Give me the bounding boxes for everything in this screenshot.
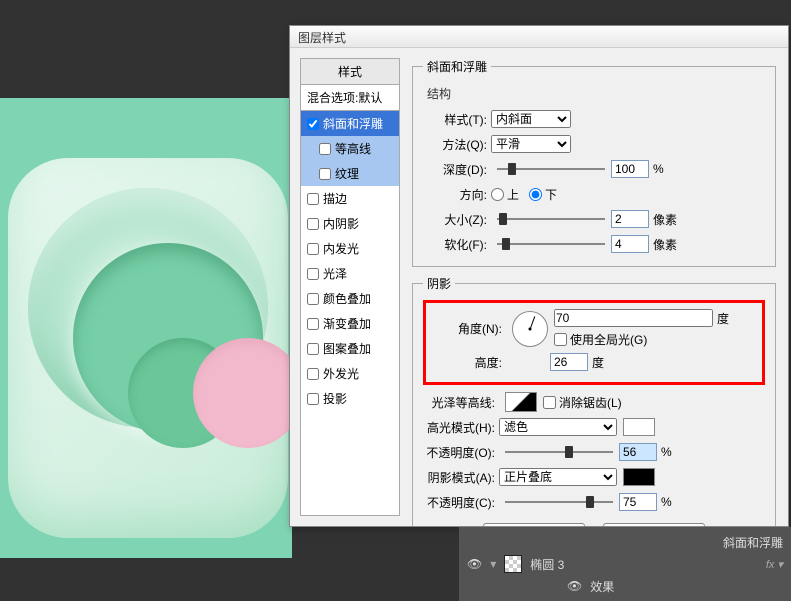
sh-mode-label: 阴影模式(A): [423,469,499,486]
size-unit: 像素 [653,211,681,228]
style-list-header: 样式 [301,59,399,85]
depth-slider[interactable] [497,161,605,177]
style-pattern-overlay[interactable]: 图案叠加 [301,336,399,361]
hl-opacity-input[interactable] [619,443,657,461]
size-input[interactable] [611,210,649,228]
style-list: 样式 混合选项:默认 斜面和浮雕 等高线 纹理 描边 内阴影 内发光 光泽 颜色… [300,58,400,516]
contour-checkbox[interactable] [319,143,331,155]
shading-legend: 阴影 [423,275,455,292]
dir-up-radio[interactable]: 上 [491,186,519,203]
inner-ring [73,243,263,433]
style-bevel[interactable]: 斜面和浮雕 [301,111,399,136]
inner-shadow-checkbox[interactable] [307,218,319,230]
hl-opacity-unit: % [661,445,689,459]
fx-label[interactable]: 效果 [590,578,614,595]
outer-glow-checkbox[interactable] [307,368,319,380]
drop-shadow-checkbox[interactable] [307,393,319,405]
sh-color-swatch[interactable] [623,468,655,486]
settings-panel: 斜面和浮雕 结构 样式(T): 内斜面 方法(Q): 平滑 深度(D): % [400,48,788,526]
expand-icon[interactable]: ▾ [490,557,496,571]
sh-opacity-label: 不透明度(C): [423,494,499,511]
layers-panel: 斜面和浮雕 👁 ▾ 椭圆 3 fx ▾ 👁 效果 [459,527,791,601]
hl-mode-label: 高光模式(H): [423,419,499,436]
style-color-overlay[interactable]: 颜色叠加 [301,286,399,311]
satin-checkbox[interactable] [307,268,319,280]
depth-label: 深度(D): [423,161,491,178]
canvas-area [0,98,292,558]
soften-slider[interactable] [497,236,605,252]
fx-visibility-icon[interactable]: 👁 [567,579,582,593]
sh-mode-select[interactable]: 正片叠底 [499,468,617,486]
stroke-checkbox[interactable] [307,193,319,205]
pattern-overlay-checkbox[interactable] [307,343,319,355]
method-select[interactable]: 平滑 [491,135,571,153]
size-slider[interactable] [497,211,605,227]
soften-unit: 像素 [653,236,681,253]
icon-preview [8,158,288,538]
antialias-checkbox[interactable]: 消除锯齿(L) [543,394,622,411]
hl-mode-select[interactable]: 滤色 [499,418,617,436]
set-default-button[interactable]: 设置为默认值 [483,523,585,526]
hl-opacity-slider[interactable] [505,444,613,460]
style-drop-shadow[interactable]: 投影 [301,386,399,411]
dir-down-radio[interactable]: 下 [529,186,557,203]
bevel-checkbox[interactable] [307,118,319,130]
layer-bevel-label: 斜面和浮雕 [723,534,783,551]
gloss-label: 光泽等高线: [423,394,499,411]
dialog-title: 图层样式 [298,31,346,45]
method-label: 方法(Q): [423,136,491,153]
global-light-checkbox[interactable]: 使用全局光(G) [554,331,729,348]
altitude-unit: 度 [592,354,620,371]
layer-name[interactable]: 椭圆 3 [530,556,564,573]
outer-ring [28,188,268,428]
texture-checkbox[interactable] [319,168,331,180]
style-contour[interactable]: 等高线 [301,136,399,161]
altitude-label: 高度: [434,354,506,371]
gloss-contour-picker[interactable] [505,392,537,412]
depth-unit: % [653,162,681,176]
layer-thumbnail[interactable] [504,555,522,573]
sh-opacity-input[interactable] [619,493,657,511]
style-select[interactable]: 内斜面 [491,110,571,128]
color-overlay-checkbox[interactable] [307,293,319,305]
size-label: 大小(Z): [423,211,491,228]
shading-fieldset: 阴影 角度(N): 度 使用全局光(G) [412,275,776,526]
soften-label: 软化(F): [423,236,491,253]
hl-opacity-label: 不透明度(O): [423,444,499,461]
angle-unit: 度 [717,310,729,327]
bevel-fieldset: 斜面和浮雕 结构 样式(T): 内斜面 方法(Q): 平滑 深度(D): % [412,58,776,267]
depth-input[interactable] [611,160,649,178]
dialog-title-bar[interactable]: 图层样式 [290,26,788,48]
gradient-overlay-checkbox[interactable] [307,318,319,330]
style-inner-shadow[interactable]: 内阴影 [301,211,399,236]
style-gradient-overlay[interactable]: 渐变叠加 [301,311,399,336]
style-satin[interactable]: 光泽 [301,261,399,286]
inner-glow-checkbox[interactable] [307,243,319,255]
bevel-legend: 斜面和浮雕 [423,58,491,75]
structure-label: 结构 [427,85,765,102]
angle-label: 角度(N): [434,320,506,337]
style-label: 样式(T): [423,111,491,128]
sh-opacity-slider[interactable] [505,494,613,510]
direction-label: 方向: [423,186,491,203]
angle-dial[interactable] [512,311,548,347]
visibility-icon[interactable]: 👁 [467,557,482,571]
style-stroke[interactable]: 描边 [301,186,399,211]
sh-opacity-unit: % [661,495,689,509]
hl-color-swatch[interactable] [623,418,655,436]
pink-circle [193,338,303,448]
style-texture[interactable]: 纹理 [301,161,399,186]
style-inner-glow[interactable]: 内发光 [301,236,399,261]
altitude-input[interactable] [550,353,588,371]
fx-badge[interactable]: fx ▾ [766,558,783,571]
highlighted-area: 角度(N): 度 使用全局光(G) 高度: [423,300,765,385]
style-blend-options[interactable]: 混合选项:默认 [301,85,399,111]
angle-input[interactable] [554,309,713,327]
style-outer-glow[interactable]: 外发光 [301,361,399,386]
soften-input[interactable] [611,235,649,253]
layer-style-dialog: 图层样式 样式 混合选项:默认 斜面和浮雕 等高线 纹理 描边 内阴影 内发光 … [289,25,789,527]
reset-default-button[interactable]: 复位为默认值 [603,523,705,526]
